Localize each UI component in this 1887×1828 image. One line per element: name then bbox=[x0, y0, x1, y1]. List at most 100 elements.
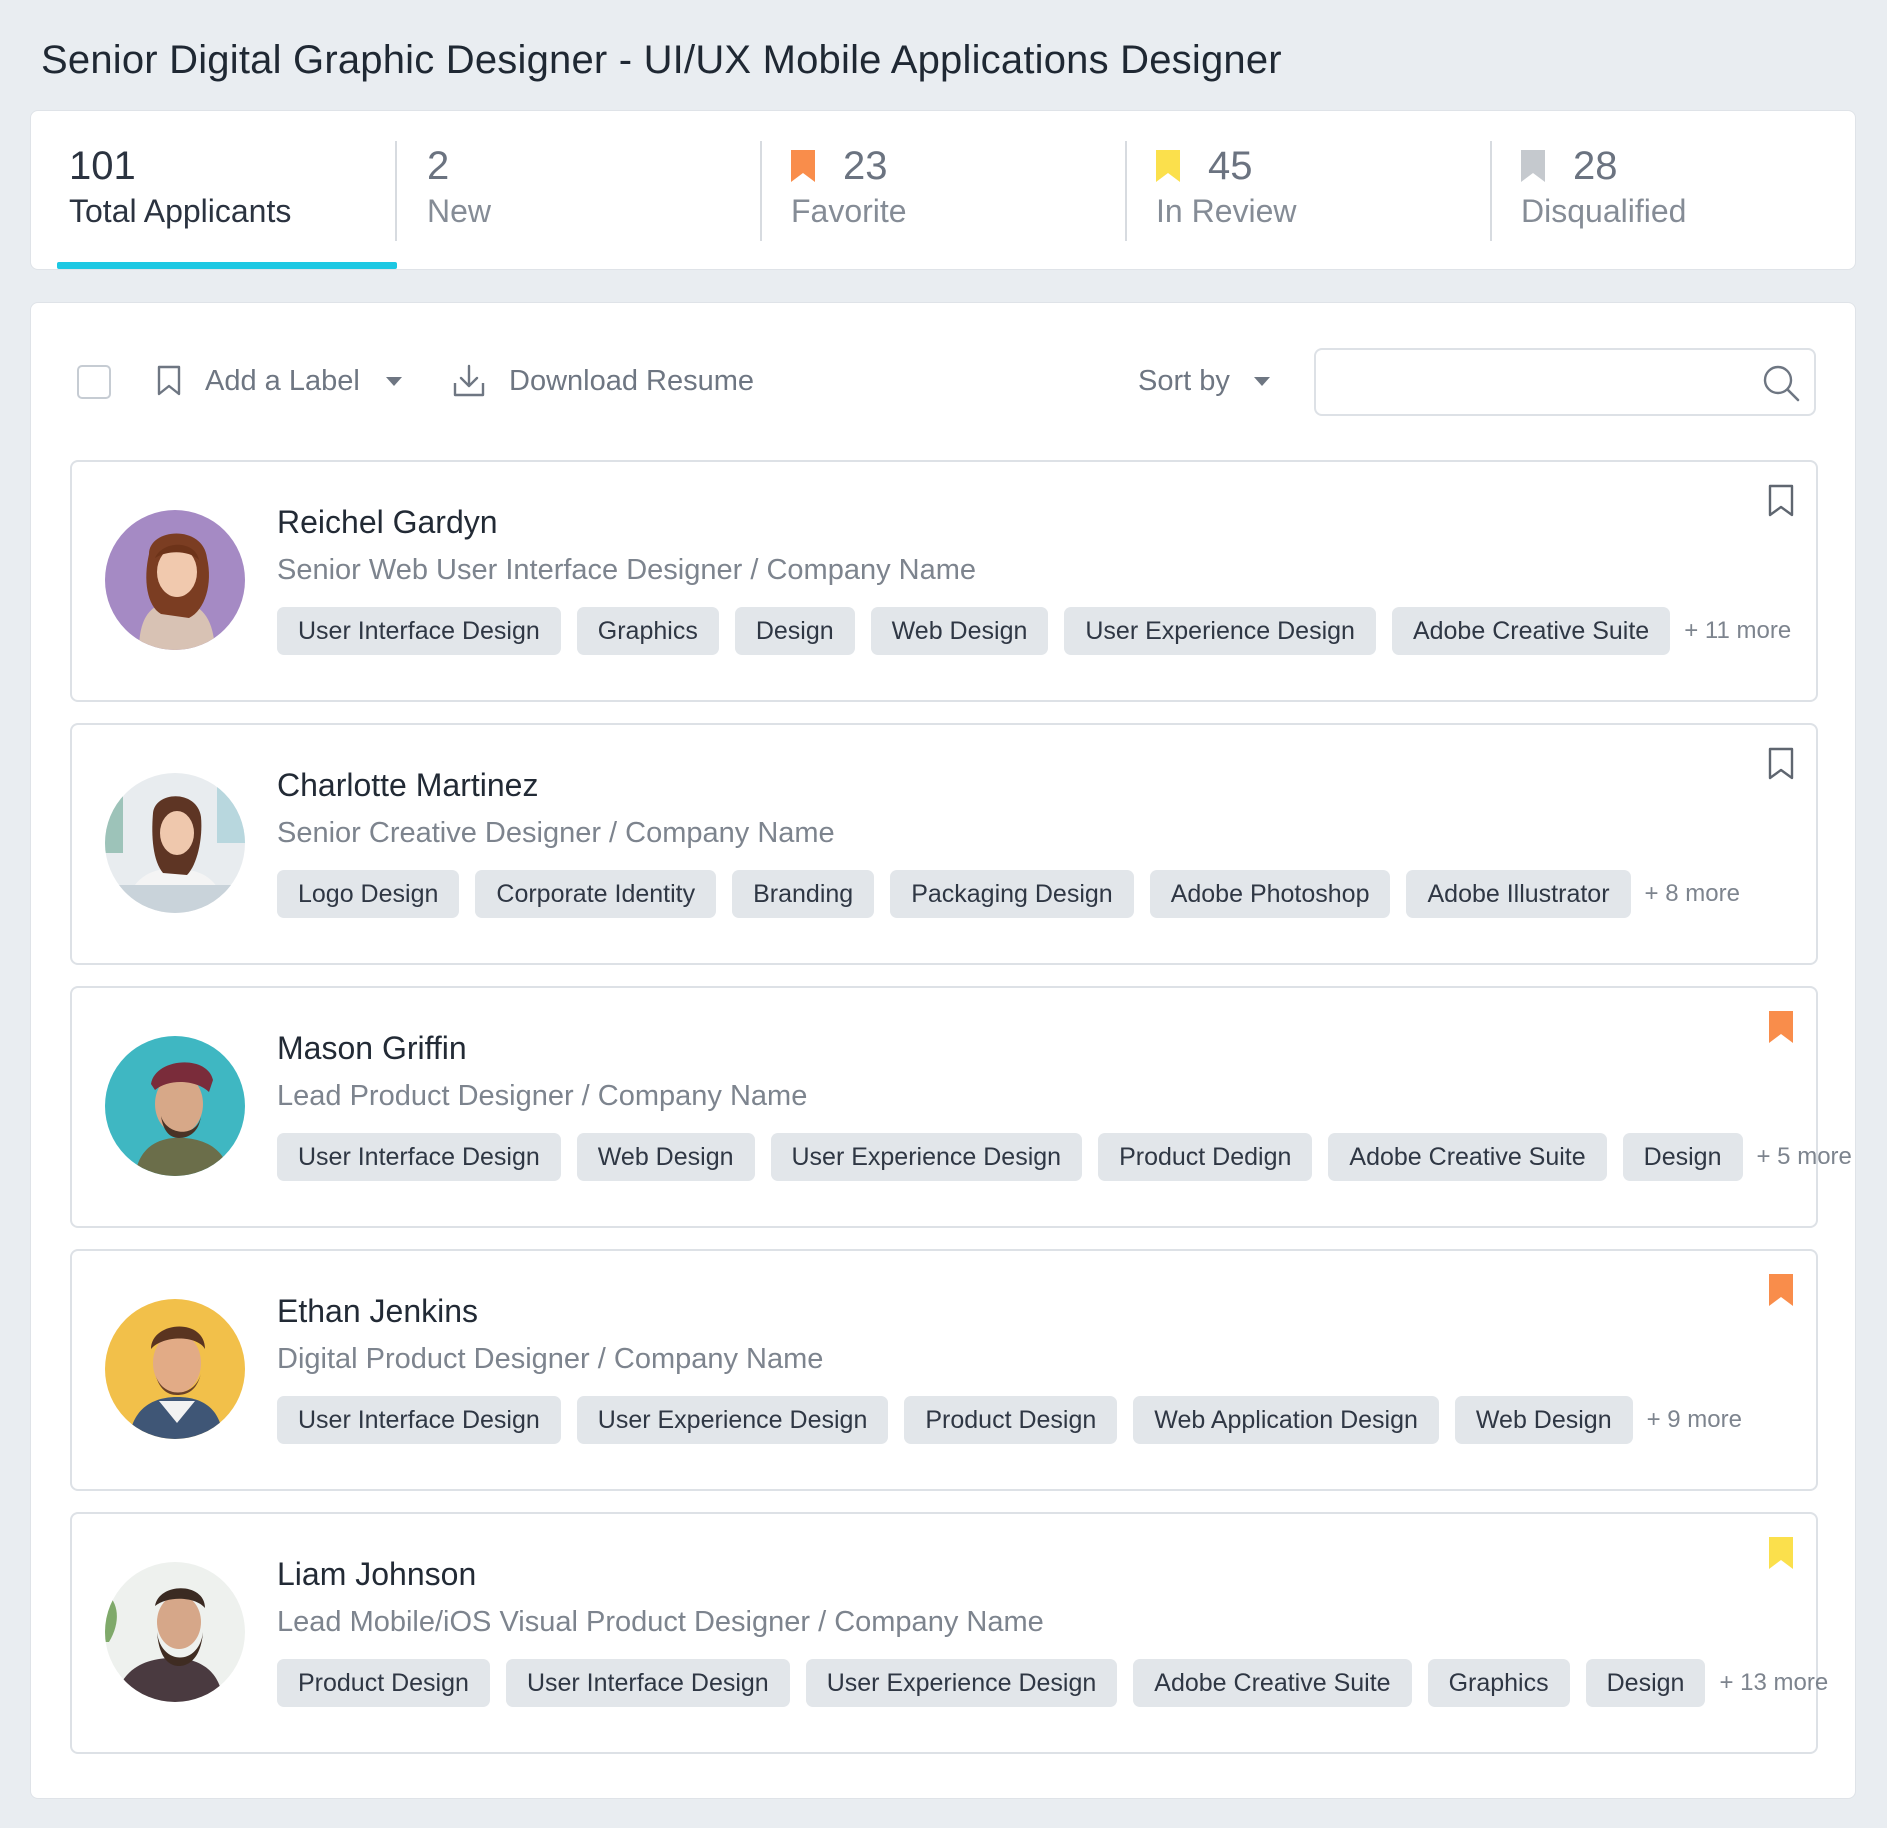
skill-tag: Adobe Illustrator bbox=[1406, 870, 1631, 918]
divider bbox=[395, 141, 397, 241]
skill-tag: Product Design bbox=[904, 1396, 1118, 1444]
skill-tag: Branding bbox=[732, 870, 875, 918]
stat-count: 101 bbox=[69, 143, 136, 188]
tab-new[interactable]: 2 New bbox=[427, 141, 747, 249]
applicants-panel: Add a Label Download Resume Sort by Reic… bbox=[30, 302, 1856, 1799]
skill-tag: Design bbox=[1585, 1659, 1706, 1707]
avatar bbox=[105, 773, 245, 913]
page-title: Senior Digital Graphic Designer - UI/UX … bbox=[41, 38, 1282, 82]
tab-total-applicants[interactable]: 101 Total Applicants bbox=[69, 141, 369, 249]
skill-tag: Web Design bbox=[1454, 1396, 1633, 1444]
search-input[interactable] bbox=[1314, 348, 1816, 416]
avatar bbox=[105, 1562, 245, 1702]
skill-tag: User Interface Design bbox=[277, 607, 561, 655]
skill-tags: Product Design User Interface Design Use… bbox=[277, 1659, 1828, 1707]
skill-tag: Corporate Identity bbox=[475, 870, 717, 918]
applicant-card[interactable]: Reichel Gardyn Senior Web User Interface… bbox=[70, 460, 1818, 702]
download-resume-button[interactable]: Download Resume bbox=[451, 355, 754, 407]
applicant-role: Senior Web User Interface Designer / Com… bbox=[277, 554, 976, 586]
applicant-role: Lead Mobile/iOS Visual Product Designer … bbox=[277, 1606, 1044, 1638]
applicant-card[interactable]: Mason Griffin Lead Product Designer / Co… bbox=[70, 986, 1852, 1228]
more-skills-link[interactable]: + 11 more bbox=[1684, 617, 1791, 645]
applicant-card[interactable]: Charlotte Martinez Senior Creative Desig… bbox=[70, 723, 1818, 965]
skill-tag: Adobe Creative Suite bbox=[1328, 1133, 1607, 1181]
skill-tag: User Interface Design bbox=[277, 1396, 561, 1444]
more-skills-link[interactable]: + 13 more bbox=[1719, 1669, 1828, 1697]
applicant-role: Digital Product Designer / Company Name bbox=[277, 1343, 824, 1375]
bookmark-icon bbox=[157, 365, 181, 396]
skill-tag: Adobe Creative Suite bbox=[1391, 607, 1671, 655]
divider bbox=[1125, 141, 1127, 241]
skill-tag: User Experience Design bbox=[1064, 607, 1376, 655]
bookmark-outline-icon[interactable] bbox=[1768, 484, 1794, 518]
bookmark-favorite-icon[interactable] bbox=[1768, 1010, 1794, 1044]
sort-by-dropdown[interactable]: Sort by bbox=[1138, 355, 1270, 407]
skill-tag: Adobe Creative Suite bbox=[1133, 1659, 1412, 1707]
skill-tag: Product Design bbox=[277, 1659, 490, 1707]
applicant-role: Lead Product Designer / Company Name bbox=[277, 1080, 808, 1112]
disqualified-flag-icon bbox=[1521, 150, 1545, 182]
applicant-name[interactable]: Mason Griffin bbox=[277, 1030, 467, 1067]
applicant-card[interactable]: Ethan Jenkins Digital Product Designer /… bbox=[70, 1249, 1818, 1491]
applicant-name[interactable]: Charlotte Martinez bbox=[277, 767, 538, 804]
skill-tag: Packaging Design bbox=[890, 870, 1134, 918]
skill-tag: User Interface Design bbox=[277, 1133, 561, 1181]
stat-count: 2 bbox=[427, 143, 450, 188]
skill-tag: Design bbox=[1622, 1133, 1743, 1181]
skill-tag: User Experience Design bbox=[805, 1659, 1118, 1707]
stat-count: 23 bbox=[843, 143, 888, 188]
stat-label: Disqualified bbox=[1521, 193, 1687, 229]
select-all-checkbox[interactable] bbox=[77, 365, 111, 399]
more-skills-link[interactable]: + 5 more bbox=[1757, 1143, 1852, 1171]
skill-tag: User Interface Design bbox=[505, 1659, 790, 1707]
divider bbox=[1490, 141, 1492, 241]
skill-tag: Web Application Design bbox=[1133, 1396, 1439, 1444]
add-label-dropdown[interactable]: Add a Label bbox=[157, 355, 402, 407]
active-tab-indicator bbox=[57, 262, 397, 269]
skill-tags: Logo Design Corporate Identity Branding … bbox=[277, 870, 1740, 918]
avatar bbox=[105, 510, 245, 650]
skill-tag: Web Design bbox=[870, 607, 1049, 655]
favorite-flag-icon bbox=[791, 150, 815, 182]
sort-by-text: Sort by bbox=[1138, 364, 1230, 397]
tab-in-review[interactable]: 45 In Review bbox=[1156, 141, 1476, 249]
skill-tags: User Interface Design User Experience De… bbox=[277, 1396, 1742, 1444]
stat-label: In Review bbox=[1156, 193, 1297, 229]
avatar bbox=[105, 1299, 245, 1439]
applicant-stats-tabs: 101 Total Applicants 2 New 23 Favorite 4… bbox=[30, 110, 1856, 270]
stat-count: 28 bbox=[1573, 143, 1618, 188]
applicant-name[interactable]: Reichel Gardyn bbox=[277, 504, 498, 541]
stat-label: Favorite bbox=[791, 193, 907, 229]
add-label-text: Add a Label bbox=[205, 364, 360, 397]
bookmark-outline-icon[interactable] bbox=[1768, 747, 1794, 781]
skill-tags: User Interface Design Web Design User Ex… bbox=[277, 1133, 1852, 1181]
skill-tag: Adobe Photoshop bbox=[1149, 870, 1391, 918]
tab-disqualified[interactable]: 28 Disqualified bbox=[1521, 141, 1841, 249]
skill-tag: Product Dedign bbox=[1098, 1133, 1313, 1181]
applicant-name[interactable]: Ethan Jenkins bbox=[277, 1293, 478, 1330]
applicant-card[interactable]: Liam Johnson Lead Mobile/iOS Visual Prod… bbox=[70, 1512, 1828, 1754]
skill-tag: Web Design bbox=[576, 1133, 755, 1181]
applicant-role: Senior Creative Designer / Company Name bbox=[277, 817, 835, 849]
more-skills-link[interactable]: + 9 more bbox=[1647, 1406, 1742, 1434]
list-toolbar: Add a Label Download Resume Sort by bbox=[31, 303, 1855, 463]
applicant-name[interactable]: Liam Johnson bbox=[277, 1556, 476, 1593]
avatar bbox=[105, 1036, 245, 1176]
bookmark-in-review-icon[interactable] bbox=[1768, 1536, 1794, 1570]
caret-down-icon bbox=[385, 376, 402, 386]
skill-tag: Graphics bbox=[576, 607, 719, 655]
stat-label: New bbox=[427, 193, 492, 229]
caret-down-icon bbox=[1253, 376, 1270, 386]
bookmark-favorite-icon[interactable] bbox=[1768, 1273, 1794, 1307]
skill-tag: Graphics bbox=[1427, 1659, 1570, 1707]
search-icon bbox=[1763, 365, 1800, 402]
skill-tag: User Experience Design bbox=[576, 1396, 889, 1444]
tab-favorite[interactable]: 23 Favorite bbox=[791, 141, 1111, 249]
skill-tag: Design bbox=[734, 607, 855, 655]
download-resume-text: Download Resume bbox=[509, 364, 755, 397]
divider bbox=[760, 141, 762, 241]
more-skills-link[interactable]: + 8 more bbox=[1645, 880, 1740, 908]
download-icon bbox=[453, 364, 485, 397]
skill-tag: Logo Design bbox=[277, 870, 460, 918]
in-review-flag-icon bbox=[1156, 150, 1180, 182]
